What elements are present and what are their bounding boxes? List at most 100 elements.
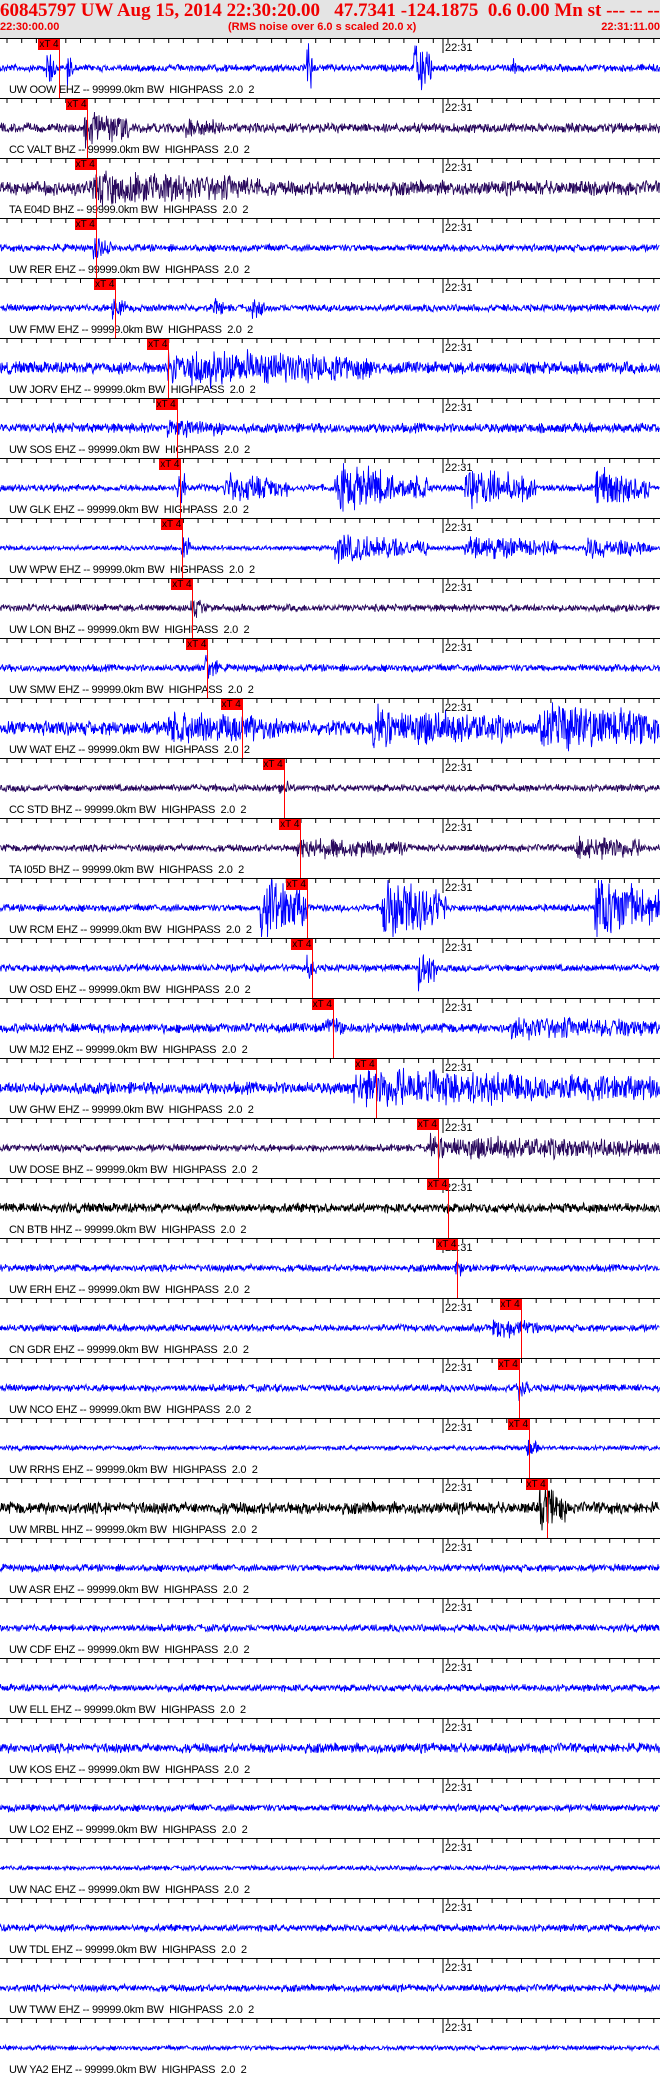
time-mark: 22:31 [445, 1362, 473, 1374]
trace-label: UW NAC EHZ -- 99999.0km BW HIGHPASS 2.0 … [9, 1884, 250, 1896]
time-ticks [6, 1779, 655, 1793]
pick-marker[interactable]: xT 4 [311, 999, 333, 1010]
pick-line[interactable] [87, 99, 89, 158]
trace-row: 22:31 UW OSD EHZ -- 99999.0km BW HIGHPASS… [0, 938, 660, 998]
pick-line[interactable] [518, 1359, 520, 1418]
pick-marker[interactable]: xT 4 [171, 579, 193, 590]
pick-line[interactable] [300, 819, 302, 878]
time-ticks [6, 1719, 655, 1733]
pick-marker[interactable]: xT 4 [497, 1359, 519, 1370]
pick-marker[interactable]: xT 4 [262, 759, 284, 770]
trace-label: UW FMW EHZ -- 99999.0km BW HIGHPASS 2.0 … [9, 324, 253, 336]
time-ticks [6, 2019, 655, 2033]
pick-marker[interactable]: xT 4 [161, 519, 183, 530]
time-mark: 22:31 [445, 462, 473, 474]
time-ticks [6, 699, 655, 713]
pick-line[interactable] [176, 399, 178, 458]
trace-label: UW RRHS EHZ -- 99999.0km BW HIGHPASS 2.0… [9, 1464, 258, 1476]
pick-line[interactable] [168, 339, 170, 398]
pick-marker[interactable]: xT 4 [220, 699, 242, 710]
pick-marker[interactable]: xT 4 [416, 1119, 438, 1130]
trace-row: 22:31 UW KOS EHZ -- 99999.0km BW HIGHPASS… [0, 1718, 660, 1778]
pick-line[interactable] [520, 1299, 522, 1358]
trace-row: 22:31 UW LO2 EHZ -- 99999.0km BW HIGHPASS… [0, 1778, 660, 1838]
pick-marker[interactable]: xT 4 [186, 639, 208, 650]
pick-marker[interactable]: xT 4 [354, 1059, 376, 1070]
pick-line[interactable] [437, 1119, 439, 1178]
time-mark: 22:31 [445, 1062, 473, 1074]
waveform-line [0, 654, 660, 679]
trace-row: 22:31 UW FMW EHZ -- 99999.0km BW HIGHPASS… [0, 278, 660, 338]
trace-row: 22:31 UW JORV EHZ -- 99999.0km BW HIGHPAS… [0, 338, 660, 398]
pick-line[interactable] [207, 639, 209, 698]
time-mark: 22:31 [445, 162, 473, 174]
trace-label: UW LON BHZ -- 99999.0km BW HIGHPASS 2.0 … [9, 624, 250, 636]
trace-row: 22:31 UW RER EHZ -- 99999.0km BW HIGHPASS… [0, 218, 660, 278]
trace-label: CN GDR EHZ -- 99999.0km BW HIGHPASS 2.0 … [9, 1344, 249, 1356]
pick-line[interactable] [180, 459, 182, 518]
trace-label: UW NCO EHZ -- 99999.0km BW HIGHPASS 2.0 … [9, 1404, 252, 1416]
time-mark: 22:31 [445, 282, 473, 294]
time-mark: 22:31 [445, 1902, 473, 1914]
pick-line[interactable] [332, 999, 334, 1058]
pick-line[interactable] [241, 699, 243, 758]
trace-label: UW GHW EHZ -- 99999.0km BW HIGHPASS 2.0 … [9, 1104, 254, 1116]
pick-marker[interactable]: xT 4 [525, 1479, 547, 1490]
pick-line[interactable] [59, 39, 61, 98]
waveform-line [0, 1922, 660, 1934]
pick-line[interactable] [95, 219, 97, 278]
trace-row: 22:31 UW MRBL HHZ -- 99999.0km BW HIGHPAS… [0, 1478, 660, 1538]
pick-marker[interactable]: xT 4 [38, 39, 60, 50]
trace-label: UW YA2 EHZ -- 99999.0km BW HIGHPASS 2.0 … [9, 2064, 247, 2076]
pick-marker[interactable]: xT 4 [279, 819, 301, 830]
trace-row: 22:31 UW OOW EHZ -- 99999.0km BW HIGHPASS… [0, 38, 660, 98]
time-mark: 22:31 [445, 1602, 473, 1614]
time-ticks [6, 759, 655, 773]
pick-line[interactable] [283, 759, 285, 818]
pick-marker[interactable]: xT 4 [74, 219, 96, 230]
pick-line[interactable] [95, 159, 97, 218]
time-mark: 22:31 [445, 1962, 473, 1974]
time-mark: 22:31 [445, 1122, 473, 1134]
pick-marker[interactable]: xT 4 [291, 939, 313, 950]
time-ticks [6, 1239, 655, 1253]
time-ticks [6, 99, 655, 113]
trace-label: UW OOW EHZ -- 99999.0km BW HIGHPASS 2.0 … [9, 84, 255, 96]
pick-line[interactable] [115, 279, 117, 338]
pick-marker[interactable]: xT 4 [507, 1419, 529, 1430]
pick-line[interactable] [192, 579, 194, 638]
pick-marker[interactable]: xT 4 [74, 159, 96, 170]
trace-row: 22:31 CC STD BHZ -- 99999.0km BW HIGHPASS… [0, 758, 660, 818]
pick-line[interactable] [375, 1059, 377, 1118]
trace-label: UW JORV EHZ -- 99999.0km BW HIGHPASS 2.0… [9, 384, 256, 396]
trace-row: 22:31 UW SOS EHZ -- 99999.0km BW HIGHPASS… [0, 398, 660, 458]
time-ticks [6, 579, 655, 593]
pick-line[interactable] [457, 1239, 459, 1298]
pick-marker[interactable]: xT 4 [159, 459, 181, 470]
time-ticks [6, 639, 655, 653]
pick-line[interactable] [448, 1179, 450, 1238]
waveform-line [0, 599, 660, 618]
pick-line[interactable] [306, 879, 308, 938]
pick-marker[interactable]: xT 4 [285, 879, 307, 890]
pick-marker[interactable]: xT 4 [155, 399, 177, 410]
pick-line[interactable] [182, 519, 184, 578]
waveform-line [0, 1562, 660, 1574]
pick-marker[interactable]: xT 4 [147, 339, 169, 350]
pick-marker[interactable]: xT 4 [66, 99, 88, 110]
pick-marker[interactable]: xT 4 [427, 1179, 449, 1190]
trace-row: 22:31 UW ELL EHZ -- 99999.0km BW HIGHPASS… [0, 1658, 660, 1718]
trace-row: 22:31 UW RRHS EHZ -- 99999.0km BW HIGHPAS… [0, 1418, 660, 1478]
pick-marker[interactable]: xT 4 [94, 279, 116, 290]
trace-row: 22:31 UW TDL EHZ -- 99999.0km BW HIGHPASS… [0, 1898, 660, 1958]
trace-row: 22:31 UW CDF EHZ -- 99999.0km BW HIGHPASS… [0, 1598, 660, 1658]
pick-line[interactable] [546, 1479, 548, 1538]
pick-line[interactable] [312, 939, 314, 998]
pick-marker[interactable]: xT 4 [499, 1299, 521, 1310]
waveform-line [0, 1067, 660, 1108]
start-time: 22:30:00.00 [0, 21, 60, 33]
pick-line[interactable] [528, 1419, 530, 1478]
pick-marker[interactable]: xT 4 [436, 1239, 458, 1250]
trace-row: 22:31 UW RCM EHZ -- 99999.0km BW HIGHPASS… [0, 878, 660, 938]
trace-row: 22:31 UW LON BHZ -- 99999.0km BW HIGHPASS… [0, 578, 660, 638]
